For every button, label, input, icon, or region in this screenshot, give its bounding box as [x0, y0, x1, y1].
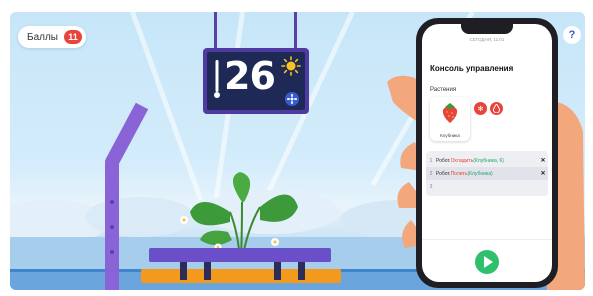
help-button[interactable]: ?: [563, 26, 581, 44]
console-title: Консоль управления: [430, 64, 514, 73]
code-line[interactable]: 2 Робот.Полить(Клубника) ✕: [426, 167, 548, 180]
plant-name: Клубника: [440, 133, 460, 138]
strawberry-icon: [442, 103, 458, 123]
code-editor: 1 Робот.Охладить(Клубника, 6) ✕ 2 Робот.…: [426, 151, 548, 196]
line-number: 3: [429, 183, 433, 190]
display-hanger: [294, 12, 297, 52]
plants-section-label: Растения: [430, 87, 457, 93]
irrigation-pipe: [105, 102, 149, 290]
planter-leg: [298, 262, 305, 280]
status-bar: СЕГОДНЯ, 11:01: [469, 37, 505, 42]
climate-display-screen: 26: [207, 52, 305, 110]
planter-leg: [204, 262, 211, 280]
planter-leg: [180, 262, 187, 280]
play-icon: [484, 256, 493, 268]
snowflake-icon[interactable]: ✻: [474, 102, 487, 115]
sun-icon: [281, 56, 301, 76]
thermometer-icon: [214, 60, 220, 98]
phone-notch: [461, 24, 513, 34]
points-counter: Баллы 11: [18, 26, 86, 48]
code-statement: Робот.Полить(Клубника): [436, 170, 493, 177]
planter-soil: [141, 269, 341, 283]
points-badge: 11: [63, 30, 82, 44]
planter-leg: [274, 262, 281, 280]
footer-divider: [422, 239, 552, 240]
fan-icon: [285, 92, 299, 106]
code-line-empty[interactable]: 3: [426, 180, 548, 193]
planter-bed-top: [149, 248, 331, 262]
temperature-value: 26: [224, 54, 276, 98]
water-drop-icon[interactable]: [490, 102, 503, 115]
delete-line-button[interactable]: ✕: [538, 157, 548, 164]
points-label: Баллы: [27, 31, 58, 43]
climate-display: 26: [203, 48, 309, 114]
phone-device: СЕГОДНЯ, 11:01 Консоль управления Растен…: [416, 18, 558, 288]
control-console-screen: СЕГОДНЯ, 11:01 Консоль управления Растен…: [422, 24, 552, 282]
line-number: 1: [429, 157, 433, 164]
run-button[interactable]: [475, 250, 499, 274]
line-number: 2: [429, 170, 433, 177]
code-line[interactable]: 1 Робот.Охладить(Клубника, 6) ✕: [426, 154, 548, 167]
delete-line-button[interactable]: ✕: [538, 170, 548, 177]
plant-card-strawberry[interactable]: Клубника: [430, 97, 470, 141]
display-hanger: [214, 12, 217, 52]
code-statement: Робот.Охладить(Клубника, 6): [436, 157, 504, 164]
